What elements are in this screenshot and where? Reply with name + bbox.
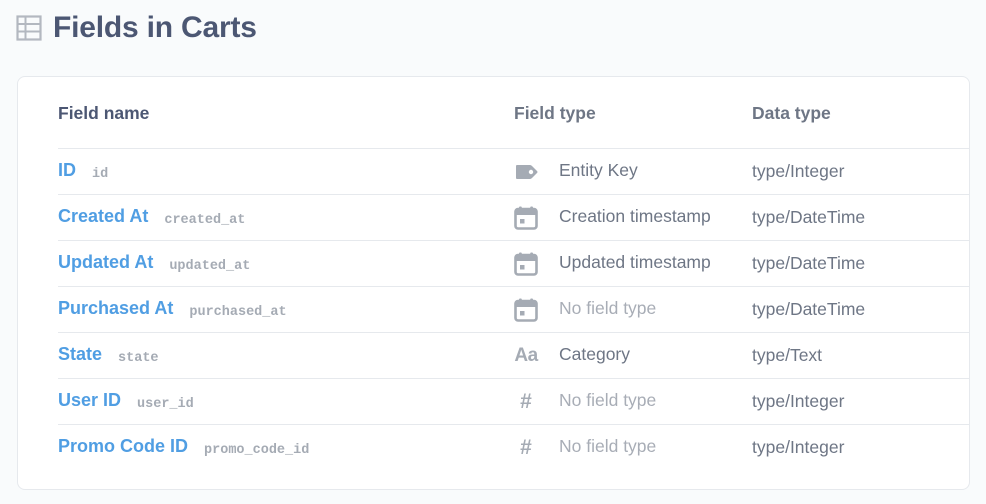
calendar-icon <box>513 251 539 277</box>
field-type-label[interactable]: No field type <box>559 298 656 319</box>
field-column-name: user_id <box>137 397 194 412</box>
table-icon <box>16 15 42 41</box>
calendar-icon <box>513 297 539 323</box>
table-row: ID id Entity Key type/Integer <box>58 148 969 194</box>
category-icon: Aa <box>514 345 538 366</box>
column-header-data-type: Data type <box>752 103 831 123</box>
field-column-name: id <box>92 167 109 182</box>
fields-table: Field name Field type Data type ID id Ent… <box>17 76 970 490</box>
field-display-name[interactable]: User ID <box>58 390 121 410</box>
data-type-label: type/DateTime <box>752 207 866 227</box>
table-body: ID id Entity Key type/Integer Created At c… <box>58 148 969 470</box>
field-name-link[interactable]: Purchased At purchased_at <box>58 298 287 320</box>
table-row: State state Aa Category type/Text <box>58 332 969 378</box>
field-display-name[interactable]: Purchased At <box>58 298 173 318</box>
field-column-name: purchased_at <box>189 305 287 320</box>
field-name-link[interactable]: Updated At updated_at <box>58 252 251 274</box>
page-header: Fields in Carts <box>16 8 257 48</box>
data-type-label: type/Integer <box>752 391 845 411</box>
entity-key-icon <box>513 159 539 185</box>
field-type-label[interactable]: No field type <box>559 436 656 457</box>
field-display-name[interactable]: State <box>58 344 102 364</box>
table-row: Promo Code ID promo_code_id # No field ty… <box>58 424 969 470</box>
field-column-name: updated_at <box>169 259 251 274</box>
field-name-link[interactable]: Created At created_at <box>58 206 246 228</box>
table-row: Updated At updated_at Updated timestamp t… <box>58 240 969 286</box>
column-header-field-name: Field name <box>58 103 150 123</box>
field-column-name: state <box>118 351 159 366</box>
field-type-label[interactable]: Updated timestamp <box>559 252 711 273</box>
field-name-link[interactable]: State state <box>58 344 159 366</box>
data-type-label: type/Integer <box>752 161 845 181</box>
field-type-label[interactable]: Creation timestamp <box>559 206 711 227</box>
column-header-field-type: Field type <box>514 103 596 123</box>
calendar-icon <box>513 205 539 231</box>
field-display-name[interactable]: Promo Code ID <box>58 436 188 456</box>
number-icon: # <box>520 390 532 413</box>
table-header-row: Field name Field type Data type <box>18 77 969 149</box>
field-display-name[interactable]: Updated At <box>58 252 153 272</box>
field-name-link[interactable]: ID id <box>58 160 109 182</box>
field-name-link[interactable]: Promo Code ID promo_code_id <box>58 436 310 458</box>
data-type-label: type/Text <box>752 345 823 365</box>
page-title: Fields in Carts <box>53 11 257 44</box>
field-type-label[interactable]: Category <box>559 344 630 365</box>
field-type-label[interactable]: No field type <box>559 390 656 411</box>
field-display-name[interactable]: Created At <box>58 206 148 226</box>
data-type-label: type/DateTime <box>752 299 866 319</box>
table-row: User ID user_id # No field type type/Inte… <box>58 378 969 424</box>
field-type-label[interactable]: Entity Key <box>559 160 638 181</box>
data-type-label: type/Integer <box>752 437 845 457</box>
table-row: Purchased At purchased_at No field type t… <box>58 286 969 332</box>
field-name-link[interactable]: User ID user_id <box>58 390 194 412</box>
field-display-name[interactable]: ID <box>58 160 76 180</box>
field-column-name: created_at <box>164 213 246 228</box>
table-row: Created At created_at Creation timestamp … <box>58 194 969 240</box>
field-column-name: promo_code_id <box>204 443 310 458</box>
number-icon: # <box>520 436 532 459</box>
data-type-label: type/DateTime <box>752 253 866 273</box>
